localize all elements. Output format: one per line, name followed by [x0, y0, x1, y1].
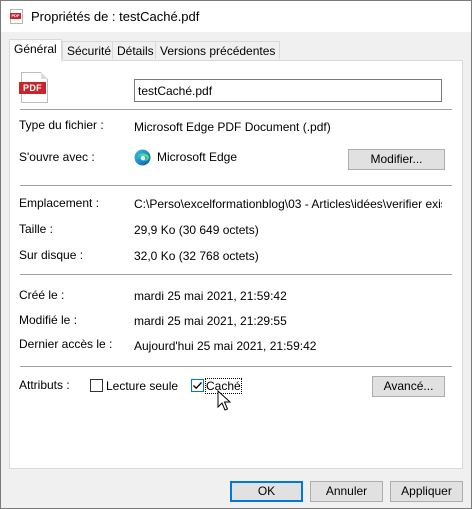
title-icon-text: PDF — [10, 13, 21, 19]
readonly-checkbox[interactable] — [90, 379, 103, 392]
hidden-checkbox[interactable] — [191, 379, 204, 392]
title-bar[interactable]: PDF Propriétés de : testCaché.pdf — [1, 1, 471, 32]
general-panel: PDF Type du fichier : Microsoft Edge PDF… — [9, 60, 463, 469]
mouse-cursor-icon — [217, 390, 231, 411]
tab-details[interactable]: Détails — [112, 41, 159, 59]
size-value: 29,9 Ko (30 649 octets) — [134, 223, 259, 237]
created-value: mardi 25 mai 2021, 21:59:42 — [134, 289, 287, 303]
opens-with-value: Microsoft Edge — [157, 150, 238, 164]
window-title: Propriétés de : testCaché.pdf — [31, 9, 200, 24]
tab-security[interactable]: Sécurité — [62, 41, 117, 59]
attributes-label: Attributs : — [19, 378, 70, 392]
disk-size-label: Sur disque : — [19, 248, 84, 262]
separator — [20, 366, 452, 367]
advanced-button[interactable]: Avancé... — [372, 376, 445, 397]
file-type-value: Microsoft Edge PDF Document (.pdf) — [134, 120, 331, 134]
properties-dialog: PDF Propriétés de : testCaché.pdf Généra… — [0, 0, 472, 509]
microsoft-edge-icon — [134, 149, 151, 166]
checkmark-icon — [193, 382, 202, 390]
separator — [20, 185, 452, 186]
cancel-button[interactable]: Annuler — [310, 481, 383, 502]
file-name-input[interactable] — [134, 79, 442, 102]
ok-button[interactable]: OK — [230, 481, 303, 502]
file-type-label: Type du fichier : — [19, 118, 104, 132]
location-value: C:\Perso\excelformationblog\03 - Article… — [134, 197, 442, 211]
pdf-icon-text: PDF — [19, 82, 46, 94]
opens-with-label: S'ouvre avec : — [19, 150, 95, 164]
readonly-label[interactable]: Lecture seule — [106, 379, 178, 393]
disk-size-value: 32,0 Ko (32 768 octets) — [134, 249, 259, 263]
location-label: Emplacement : — [19, 196, 100, 210]
tab-previous-versions[interactable]: Versions précédentes — [155, 41, 281, 59]
separator — [20, 274, 452, 275]
tab-general[interactable]: Général — [9, 39, 62, 61]
size-label: Taille : — [19, 222, 54, 236]
apply-button[interactable]: Appliquer — [390, 481, 463, 502]
pdf-file-icon: PDF — [10, 9, 23, 24]
pdf-file-icon: PDF — [19, 72, 48, 103]
modified-value: mardi 25 mai 2021, 21:29:55 — [134, 314, 287, 328]
separator — [20, 109, 452, 110]
modified-label: Modifié le : — [19, 313, 78, 327]
created-label: Créé le : — [19, 288, 65, 302]
accessed-value: Aujourd'hui 25 mai 2021, 21:59:42 — [134, 339, 317, 353]
accessed-label: Dernier accès le : — [19, 337, 113, 351]
modify-button[interactable]: Modifier... — [348, 149, 445, 170]
